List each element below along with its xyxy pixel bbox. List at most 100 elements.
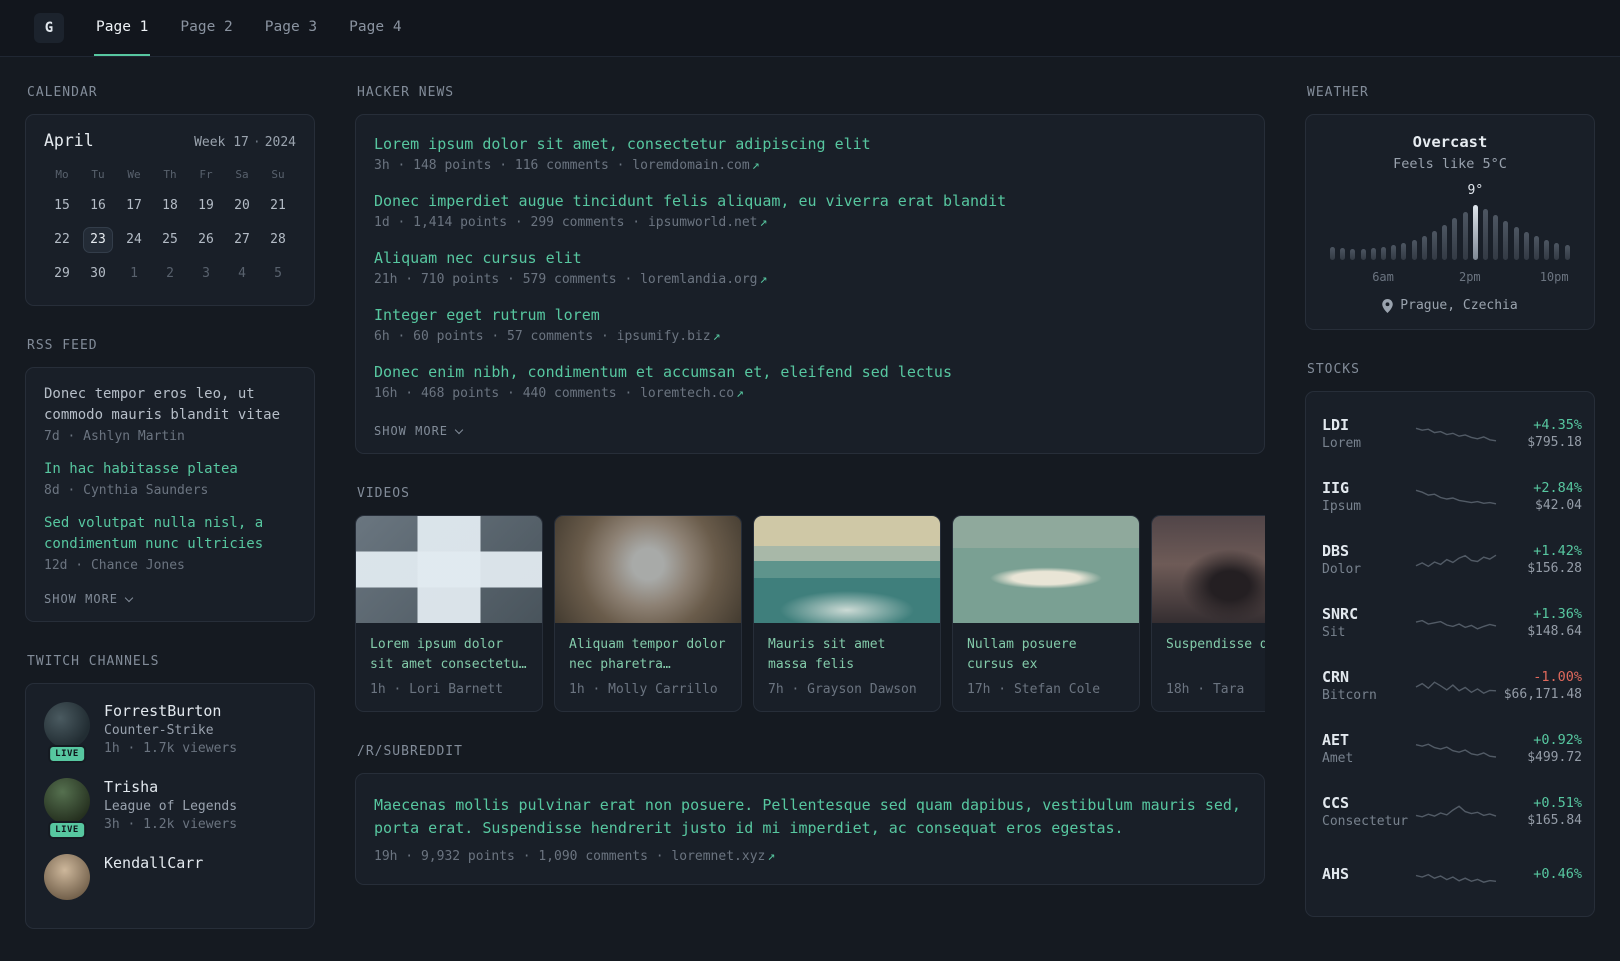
twitch-channel-row: KendallCarr <box>44 854 296 900</box>
weather-hour-bar <box>1564 245 1570 260</box>
hn-domain-link[interactable]: loremdomain.com <box>632 158 749 173</box>
show-more-label: SHOW MORE <box>44 592 119 606</box>
tab-page-4[interactable]: Page 4 <box>347 0 403 56</box>
video-title-link[interactable]: Aliquam tempor dolor nec pharetra… <box>569 635 727 675</box>
app-logo[interactable]: G <box>34 13 64 43</box>
rss-item-link[interactable]: Sed volutpat nulla nisl, a condimentum n… <box>44 513 296 555</box>
calendar-section: CALENDAR April Week 17 · 2024 Mo Tu We Th Fr Sa… <box>25 85 315 306</box>
stock-sparkline <box>1415 742 1497 758</box>
video-card: Mauris sit amet massa felis 7h · Grayson… <box>753 515 941 712</box>
stock-ticker: LDI <box>1322 416 1350 434</box>
stock-name: Sit <box>1322 625 1346 640</box>
stock-row[interactable]: DBS Dolor +1.42% $156.28 <box>1322 528 1582 591</box>
hn-domain-link[interactable]: ipsumify.biz <box>617 329 711 344</box>
video-thumbnail[interactable] <box>754 516 940 623</box>
stock-row[interactable]: IIG Ipsum +2.84% $42.04 <box>1322 465 1582 528</box>
subreddit-section-title: /R/SUBREDDIT <box>357 744 463 759</box>
twitch-channel-info: ForrestBurton Counter-Strike 1h · 1.7k v… <box>104 702 237 756</box>
weather-hour-bar <box>1452 218 1458 260</box>
video-title-link[interactable]: Lorem ipsum dolor sit amet consectetu… <box>370 635 528 675</box>
video-meta: 17h · Stefan Cole <box>967 682 1101 697</box>
video-card: Suspendisse diam 18h · Tara <box>1151 515 1265 712</box>
video-title-link[interactable]: Suspendisse diam <box>1166 635 1265 675</box>
twitch-channel-link[interactable]: ForrestBurton <box>104 702 237 720</box>
rss-item: Sed volutpat nulla nisl, a condimentum n… <box>44 513 296 573</box>
rss-item-link[interactable]: In hac habitasse platea <box>44 459 296 480</box>
hn-story-link[interactable]: Donec enim nibh, condimentum et accumsan… <box>374 363 1246 381</box>
weather-hour-bar <box>1381 247 1387 260</box>
stock-row[interactable]: AET Amet +0.92% $499.72 <box>1322 717 1582 780</box>
stock-row[interactable]: AHS +0.46% <box>1322 843 1582 906</box>
weather-location-text: Prague, Czechia <box>1400 298 1518 313</box>
hn-story-link[interactable]: Integer eget rutrum lorem <box>374 306 1246 324</box>
twitch-channel-link[interactable]: Trisha <box>104 778 237 796</box>
video-title-link[interactable]: Nullam posuere cursus ex <box>967 635 1125 675</box>
stock-sparkline <box>1415 427 1497 441</box>
avatar[interactable] <box>44 854 90 900</box>
twitch-channel-link[interactable]: KendallCarr <box>104 854 203 872</box>
hn-story-link[interactable]: Aliquam nec cursus elit <box>374 249 1246 267</box>
stock-ticker: CRN <box>1322 668 1350 686</box>
stock-price: $156.28 <box>1527 561 1582 576</box>
show-more-button[interactable]: SHOW MORE <box>44 590 134 606</box>
live-badge: LIVE <box>48 745 86 763</box>
rss-item-link[interactable]: Donec tempor eros leo, ut commodo mauris… <box>44 384 296 426</box>
twitch-avatar-wrap: LIVE <box>44 778 90 839</box>
calendar-day: 15 <box>54 198 70 213</box>
location-pin-icon <box>1382 298 1394 313</box>
calendar-day: 26 <box>198 232 214 247</box>
stock-ticker: DBS <box>1322 542 1350 560</box>
hn-story-link[interactable]: Donec imperdiet augue tincidunt felis al… <box>374 192 1246 210</box>
video-thumbnail[interactable] <box>555 516 741 623</box>
stock-sparkline <box>1415 489 1497 504</box>
avatar[interactable] <box>44 778 90 824</box>
stock-row[interactable]: CRN Bitcorn -1.00% $66,171.48 <box>1322 654 1582 717</box>
weather-hour-bar <box>1370 248 1376 260</box>
hackernews-widget: Lorem ipsum dolor sit amet, consectetur … <box>355 114 1265 454</box>
rss-item-meta: 7d · Ashlyn Martin <box>44 429 185 444</box>
stock-sparkline <box>1415 873 1497 883</box>
stock-change: +2.84% <box>1533 480 1582 496</box>
stock-row[interactable]: SNRC Sit +1.36% $148.64 <box>1322 591 1582 654</box>
hn-story-meta: 1d · 1,414 points · 299 comments · ipsum… <box>374 215 1246 230</box>
hn-domain-link[interactable]: ipsumworld.net <box>648 215 758 230</box>
video-meta: 7h · Grayson Dawson <box>768 682 917 697</box>
stock-change: +0.46% <box>1533 865 1582 882</box>
avatar[interactable] <box>44 702 90 748</box>
calendar-weekday: We <box>127 168 141 181</box>
video-thumbnail[interactable] <box>1152 516 1265 623</box>
page-tabs: Page 1 Page 2 Page 3 Page 4 <box>94 0 432 56</box>
reddit-post-link[interactable]: Maecenas mollis pulvinar erat non posuer… <box>374 794 1246 841</box>
hn-domain-link[interactable]: loremlandia.org <box>640 272 757 287</box>
stock-change: -1.00% <box>1533 669 1582 685</box>
stock-sparkline <box>1415 804 1497 818</box>
hn-meta-text: 16h · 468 points · 440 comments · <box>374 386 633 401</box>
video-thumbnail[interactable] <box>356 516 542 623</box>
show-more-button[interactable]: SHOW MORE <box>374 422 464 438</box>
stock-name: Lorem <box>1322 436 1362 451</box>
tab-page-2[interactable]: Page 2 <box>178 0 234 56</box>
external-link-icon: ↗ <box>767 848 776 864</box>
stock-row[interactable]: CCS Consectetur +0.51% $165.84 <box>1322 780 1582 843</box>
video-card-body: Suspendisse diam 18h · Tara <box>1152 623 1265 711</box>
stock-ticker: AET <box>1322 731 1350 749</box>
weather-location: Prague, Czechia <box>1326 298 1574 313</box>
hn-story-meta: 21h · 710 points · 579 comments · loreml… <box>374 272 1246 287</box>
external-link-icon: ↗ <box>736 386 744 401</box>
hn-story-link[interactable]: Lorem ipsum dolor sit amet, consectetur … <box>374 135 1246 153</box>
weather-hour-bar <box>1330 247 1335 260</box>
weather-widget: Overcast Feels like 5°C 9° 6am 2pm 10pm … <box>1305 114 1595 330</box>
video-title-link[interactable]: Mauris sit amet massa felis <box>768 635 926 675</box>
dot-separator: · <box>252 135 261 150</box>
tab-page-3[interactable]: Page 3 <box>263 0 319 56</box>
tab-page-1[interactable]: Page 1 <box>94 0 151 56</box>
calendar-day: 28 <box>270 232 286 247</box>
topbar: G Page 1 Page 2 Page 3 Page 4 <box>0 0 1620 57</box>
reddit-domain-link[interactable]: loremnet.xyz <box>671 849 765 864</box>
stock-row[interactable]: LDI Lorem +4.35% $795.18 <box>1322 402 1582 465</box>
weather-hour-bar <box>1350 249 1356 260</box>
weather-hour-bar <box>1554 243 1560 260</box>
hn-domain-link[interactable]: loremtech.co <box>640 386 734 401</box>
video-thumbnail[interactable] <box>953 516 1139 623</box>
calendar-day: 24 <box>126 232 142 247</box>
